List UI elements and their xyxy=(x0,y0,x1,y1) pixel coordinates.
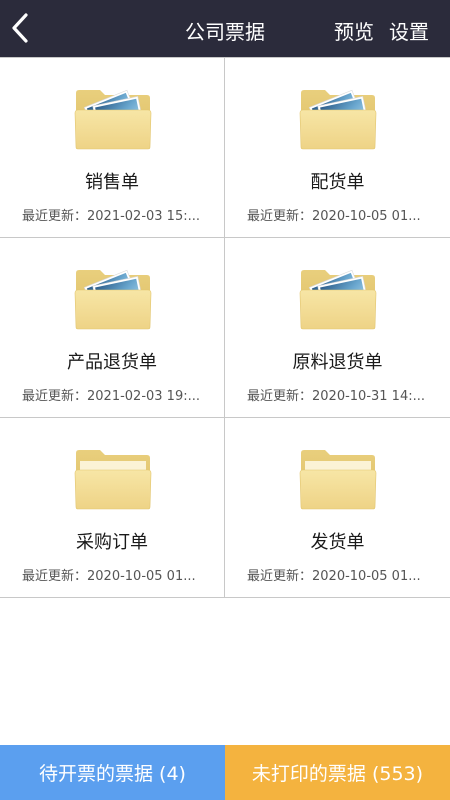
preview-button[interactable]: 预览 xyxy=(334,16,374,45)
photo-folder-icon xyxy=(299,269,377,330)
folder-last-updated: 最近更新：2020-10-05 01... xyxy=(22,569,196,584)
folder-cell[interactable]: 销售单最近更新：2021-02-03 15:... xyxy=(0,58,225,238)
chevron-left-icon xyxy=(12,13,28,43)
back-button[interactable] xyxy=(6,10,36,46)
folder-last-updated: 最近更新：2020-10-05 01... xyxy=(247,569,421,584)
folder-cell[interactable]: 采购订单最近更新：2020-10-05 01... xyxy=(0,418,225,598)
photo-folder-icon xyxy=(299,89,377,150)
folder-cell[interactable]: 发货单最近更新：2020-10-05 01... xyxy=(225,418,450,598)
folder-last-updated: 最近更新：2020-10-31 14:... xyxy=(247,389,426,404)
folder-cell[interactable]: 原料退货单最近更新：2020-10-31 14:... xyxy=(225,238,450,418)
page-title: 公司票据 xyxy=(185,20,265,44)
folder-name: 发货单 xyxy=(310,532,365,553)
folder-cell[interactable]: 配货单最近更新：2020-10-05 01... xyxy=(225,58,450,238)
folder-name: 采购订单 xyxy=(76,532,148,553)
folder-last-updated: 最近更新：2021-02-03 15:... xyxy=(22,209,201,224)
top-bar: 公司票据 预览 设置 xyxy=(0,0,450,57)
unprinted-invoices-button[interactable]: 未打印的票据 (553) xyxy=(225,745,450,800)
pending-invoices-button[interactable]: 待开票的票据 (4) xyxy=(0,745,225,800)
folder-name: 销售单 xyxy=(85,172,139,193)
folder-last-updated: 最近更新：2021-02-03 19:... xyxy=(22,389,201,404)
folder-last-updated: 最近更新：2020-10-05 01... xyxy=(247,209,421,224)
settings-button[interactable]: 设置 xyxy=(389,16,429,45)
folder-grid: 销售单最近更新：2021-02-03 15:... 配货单最近更新：2020-1… xyxy=(0,57,450,598)
bottom-bar: 待开票的票据 (4) 未打印的票据 (553) xyxy=(0,745,450,800)
photo-folder-icon xyxy=(74,269,152,330)
folder-cell[interactable]: 产品退货单最近更新：2021-02-03 19:... xyxy=(0,238,225,418)
folder-icon xyxy=(299,450,377,510)
photo-folder-icon xyxy=(74,89,152,150)
folder-name: 原料退货单 xyxy=(292,352,383,373)
folder-name: 产品退货单 xyxy=(67,352,157,373)
folder-name: 配货单 xyxy=(310,172,365,193)
folder-icon xyxy=(74,450,152,510)
